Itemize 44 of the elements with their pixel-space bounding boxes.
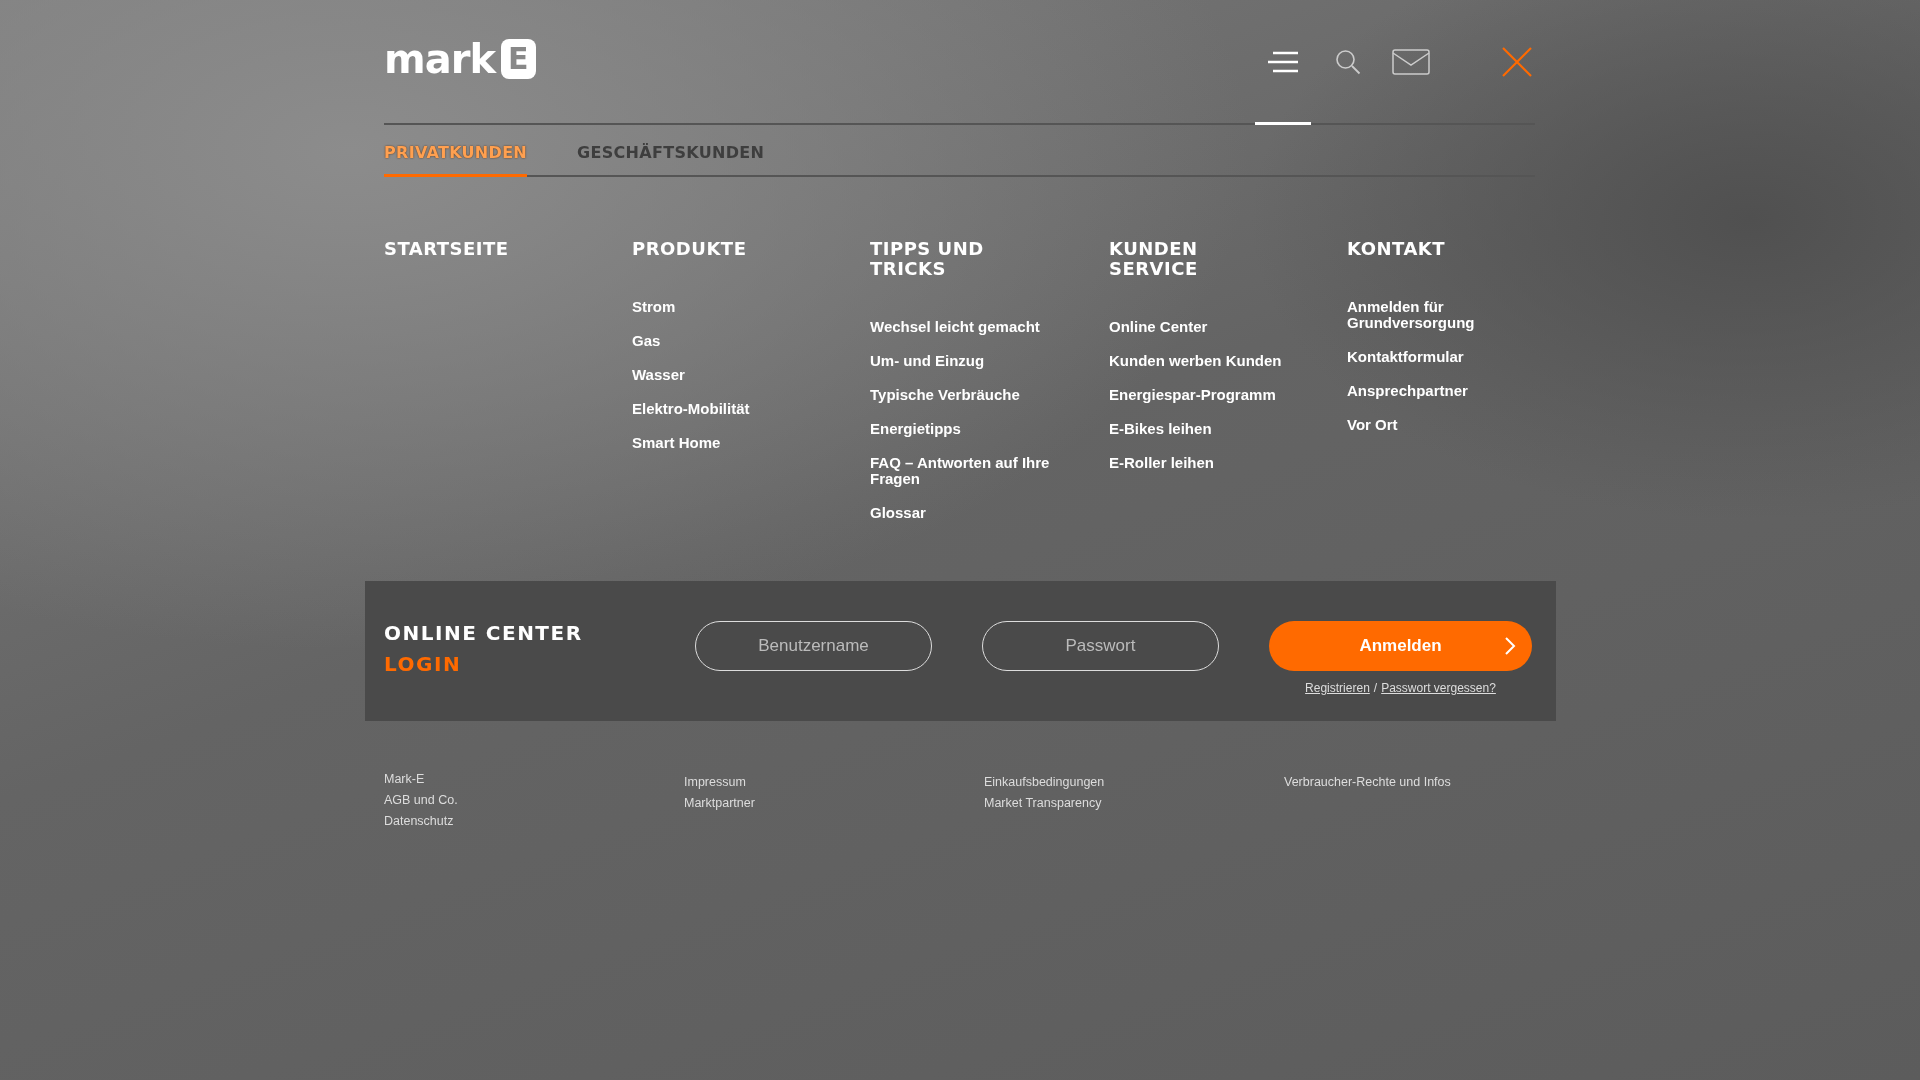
menu-link[interactable]: Online Center bbox=[1109, 319, 1208, 335]
audience-tab[interactable]: GESCHÄFTSKUNDEN bbox=[577, 125, 765, 177]
menu-link[interactable]: Smart Home bbox=[632, 435, 721, 451]
link-separator: / bbox=[1373, 681, 1378, 695]
menu-link[interactable]: FAQ – Antworten auf Ihre Fragen bbox=[870, 455, 1055, 487]
menu-link[interactable]: Kunden werben Kunden bbox=[1109, 353, 1282, 369]
footer-link[interactable]: Market Transparency bbox=[984, 793, 1102, 814]
footer-link[interactable]: Einkaufsbedingungen bbox=[984, 772, 1105, 793]
footer-link[interactable]: Verbraucher-Rechte und Infos bbox=[1284, 772, 1451, 793]
forgot-password-link[interactable]: Passwort vergessen? bbox=[1381, 681, 1496, 695]
menu-heading[interactable]: TIPPS UND TRICKS bbox=[870, 239, 990, 279]
menu-heading[interactable]: STARTSEITE bbox=[384, 239, 509, 279]
menu-link[interactable]: Strom bbox=[632, 299, 676, 315]
chevron-right-icon bbox=[1504, 636, 1516, 656]
login-button[interactable]: Anmelden bbox=[1269, 621, 1532, 671]
menu-link[interactable]: Energiespar-Programm bbox=[1109, 387, 1276, 403]
menu-link[interactable]: Um- und Einzug bbox=[870, 353, 985, 369]
footer-link[interactable]: Datenschutz bbox=[384, 811, 454, 832]
footer-link[interactable]: AGB und Co. bbox=[384, 790, 458, 811]
menu-link[interactable]: Anmelden für Grundversorgung bbox=[1347, 299, 1532, 331]
menu-link[interactable]: Kontaktformular bbox=[1347, 349, 1464, 365]
menu-heading[interactable]: KUNDEN SERVICE bbox=[1109, 239, 1229, 279]
menu-link[interactable]: E-Roller leihen bbox=[1109, 455, 1215, 471]
menu-heading[interactable]: PRODUKTE bbox=[632, 239, 752, 259]
menu-link[interactable]: E-Bikes leihen bbox=[1109, 421, 1212, 437]
menu-link[interactable]: Wasser bbox=[632, 367, 685, 383]
menu-link[interactable]: Typische Verbräuche bbox=[870, 387, 1020, 403]
register-link[interactable]: Registrieren bbox=[1305, 681, 1370, 695]
footer-link[interactable]: Marktpartner bbox=[684, 793, 755, 814]
menu-link[interactable]: Elektro-Mobilität bbox=[632, 401, 750, 417]
menu-link[interactable]: Ansprechpartner bbox=[1347, 383, 1468, 399]
footer-link[interactable]: Impressum bbox=[684, 772, 746, 793]
login-subtitle: LOGIN bbox=[384, 652, 463, 676]
password-field[interactable]: Passwort bbox=[982, 621, 1219, 671]
username-field[interactable]: Benutzername bbox=[695, 621, 932, 671]
menu-heading[interactable]: KONTAKT bbox=[1347, 239, 1467, 259]
logo[interactable]: mark E bbox=[384, 38, 536, 79]
menu-link[interactable]: Gas bbox=[632, 333, 661, 349]
login-title: ONLINE CENTER bbox=[384, 621, 584, 645]
footer-link[interactable]: Mark-E bbox=[384, 769, 425, 790]
menu-link[interactable]: Energietipps bbox=[870, 421, 961, 437]
menu-link[interactable]: Glossar bbox=[870, 505, 926, 521]
menu-link[interactable]: Vor Ort bbox=[1347, 417, 1398, 433]
menu-link[interactable]: Wechsel leicht gemacht bbox=[870, 319, 1040, 335]
